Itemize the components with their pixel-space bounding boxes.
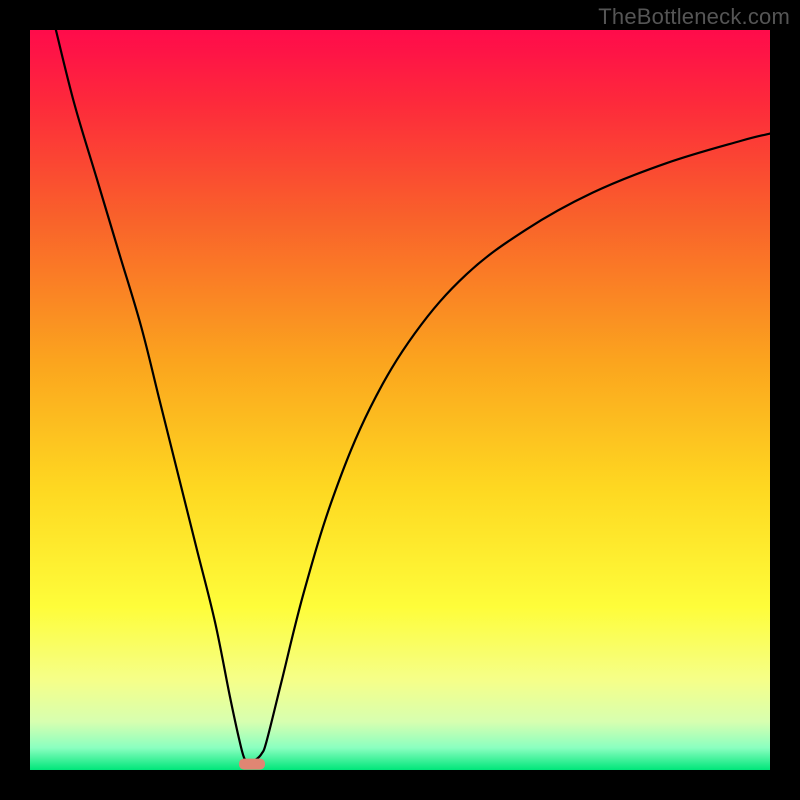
bottleneck-chart [0,0,800,800]
watermark-text: TheBottleneck.com [598,4,790,30]
minimum-marker [239,759,265,770]
chart-frame: TheBottleneck.com [0,0,800,800]
plot-background-gradient [30,30,770,770]
